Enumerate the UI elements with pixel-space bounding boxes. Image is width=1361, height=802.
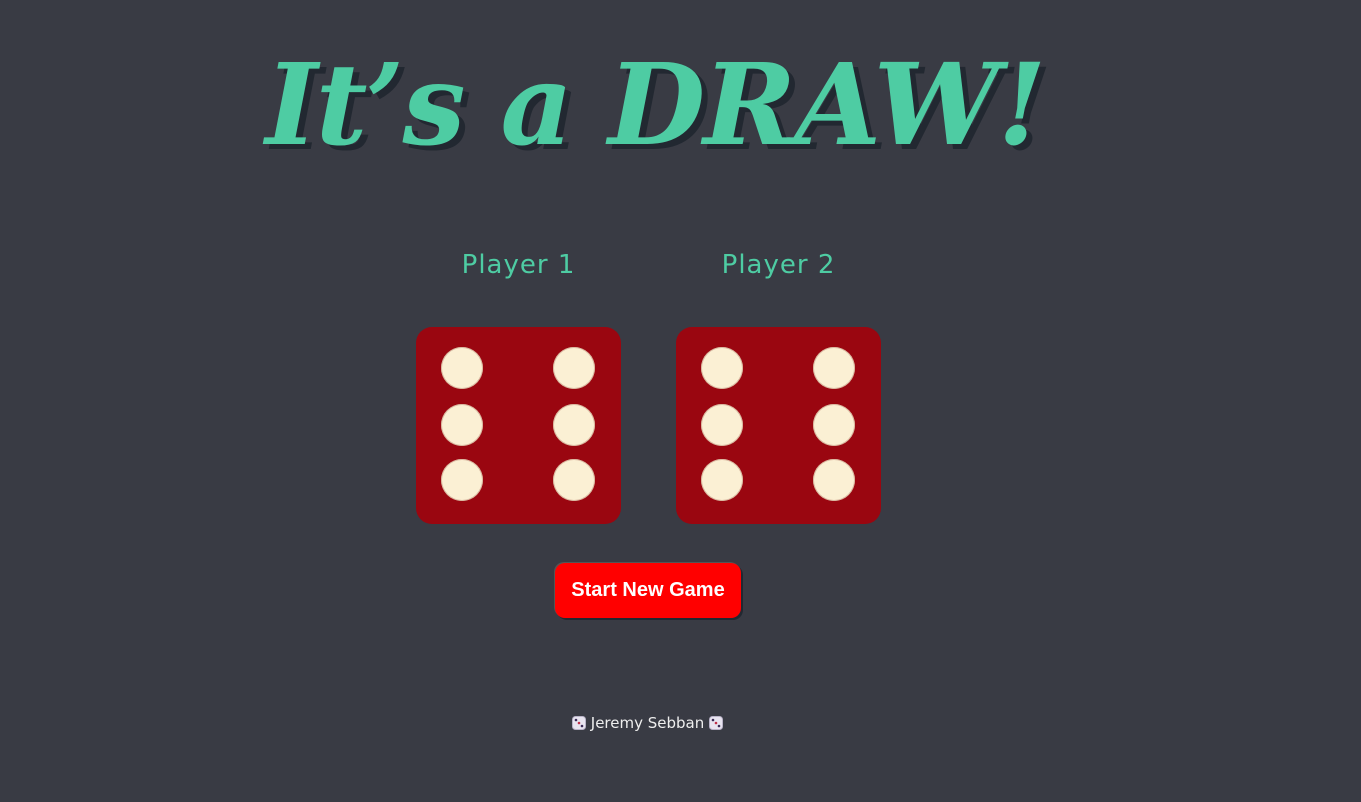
die-pip <box>701 404 743 446</box>
die-pip <box>701 459 743 501</box>
player-2-die <box>676 327 881 524</box>
die-pip <box>441 347 483 389</box>
player-1-label: Player 1 <box>461 250 576 280</box>
start-new-game-button[interactable]: Start New Game <box>555 563 741 618</box>
die-icon <box>571 716 586 730</box>
die-pip <box>553 459 595 501</box>
die-pip <box>441 459 483 501</box>
die-pip <box>813 347 855 389</box>
player-2-label: Player 2 <box>721 250 836 280</box>
footer: Jeremy Sebban <box>0 714 1295 732</box>
die-pip <box>813 459 855 501</box>
die-pip <box>553 404 595 446</box>
player-1-die <box>416 327 621 524</box>
die-pip <box>701 347 743 389</box>
die-icon <box>709 716 724 730</box>
die-pip <box>813 404 855 446</box>
die-pip <box>441 404 483 446</box>
author-name: Jeremy Sebban <box>590 714 705 732</box>
die-pip <box>553 347 595 389</box>
result-title: It’s a DRAW! <box>265 40 1046 171</box>
